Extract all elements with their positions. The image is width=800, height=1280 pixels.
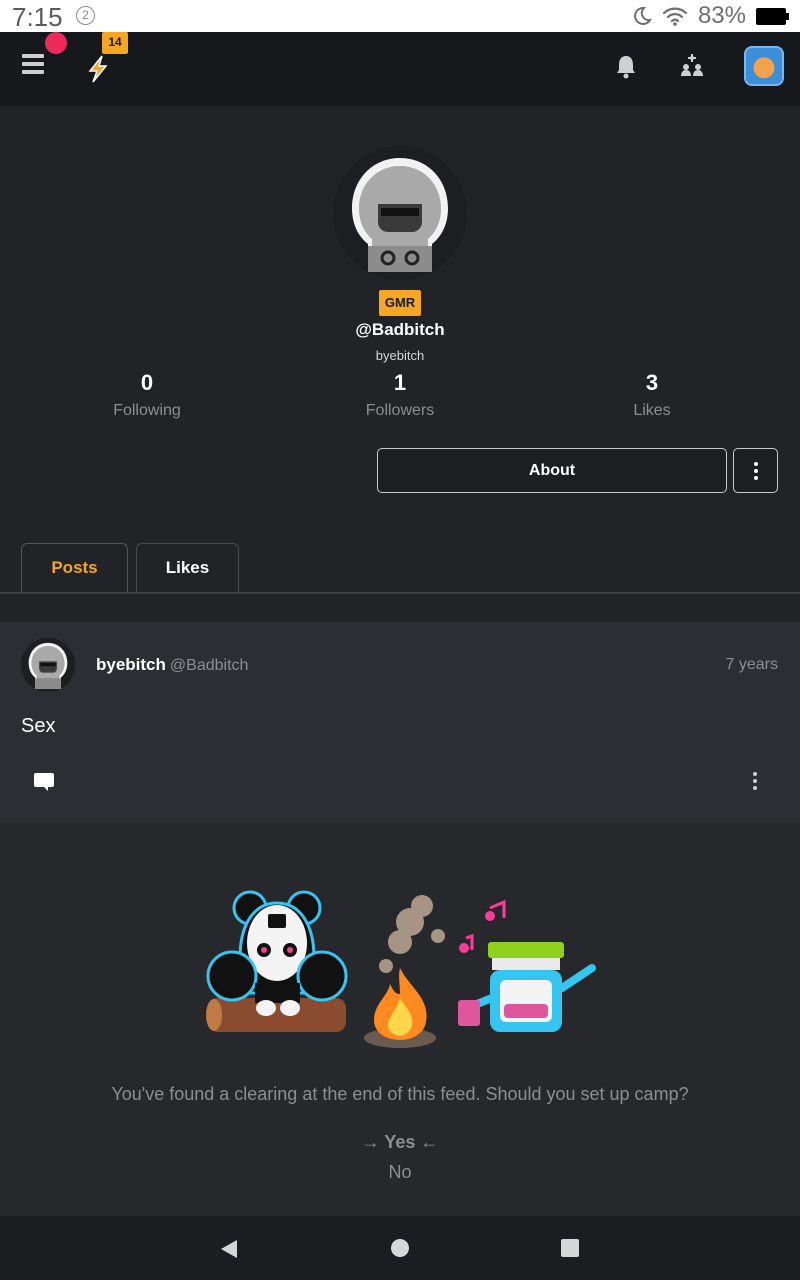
post-author-avatar[interactable]	[21, 638, 75, 692]
stat-label: Likes	[633, 402, 671, 419]
post-author-name[interactable]: byebitch	[96, 655, 166, 674]
post-timestamp: 7 years	[725, 656, 778, 673]
feed-end-section: You've found a clearing at the end of th…	[0, 822, 800, 1216]
yes-link[interactable]: → Yes ←	[0, 1132, 800, 1153]
user-avatar[interactable]	[744, 46, 784, 86]
gmr-badge: GMR	[379, 290, 421, 316]
bolt-count-badge: 14	[102, 32, 128, 54]
profile-header: GMR @Badbitch byebitch 0 Following 1 Fol…	[0, 106, 800, 622]
tab-likes[interactable]: Likes	[136, 543, 239, 593]
arrow-right-icon: →	[361, 1132, 380, 1152]
tab-divider	[0, 592, 800, 594]
more-vertical-icon	[753, 461, 758, 480]
post-body: Sex	[21, 715, 56, 737]
battery-percent: 83%	[697, 2, 746, 29]
profile-username: byebitch	[375, 348, 425, 363]
home-icon[interactable]	[391, 1239, 409, 1257]
profile-avatar	[333, 146, 467, 280]
system-nav-bar	[0, 1216, 800, 1280]
recents-icon[interactable]	[561, 1239, 579, 1257]
feed-end-message: You've found a clearing at the end of th…	[111, 1084, 689, 1104]
stat-following[interactable]: 0 Following	[47, 368, 247, 424]
tab-posts[interactable]: Posts	[21, 543, 128, 593]
hooded-figure-icon	[352, 158, 448, 272]
menu-icon[interactable]	[22, 54, 44, 74]
hooded-figure-icon	[28, 642, 68, 689]
stat-value: 3	[645, 370, 659, 395]
stat-value: 1	[393, 370, 407, 395]
comment-icon[interactable]	[33, 772, 55, 792]
wifi-icon	[662, 7, 688, 26]
arrow-left-icon: ←	[420, 1132, 439, 1152]
stat-likes[interactable]: 3 Likes	[552, 368, 752, 424]
battery-icon	[756, 7, 789, 25]
post-author-handle[interactable]: @Badbitch	[170, 657, 249, 674]
moon-icon	[634, 6, 652, 25]
profile-more-button[interactable]	[733, 448, 778, 493]
no-link[interactable]: No	[0, 1162, 800, 1183]
stat-label: Following	[113, 402, 181, 419]
status-icons: 83%	[630, 2, 789, 29]
notification-count-badge: 2	[76, 6, 95, 25]
post-author[interactable]: byebitch @Badbitch	[96, 655, 248, 675]
bell-icon[interactable]	[612, 52, 640, 82]
post-more-icon[interactable]	[750, 772, 760, 794]
notification-dot	[45, 32, 67, 54]
stat-value: 0	[140, 370, 154, 395]
status-bar: 7:15 2 83%	[0, 0, 800, 32]
people-icon[interactable]	[678, 52, 706, 82]
post-card[interactable]: byebitch @Badbitch 7 years Sex	[0, 622, 800, 822]
stat-followers[interactable]: 1 Followers	[300, 368, 500, 424]
back-icon[interactable]	[219, 1238, 239, 1260]
yes-label[interactable]: Yes	[384, 1132, 415, 1152]
status-time: 7:15	[12, 2, 63, 32]
stat-label: Followers	[365, 402, 435, 419]
campfire-illustration	[206, 890, 596, 1048]
profile-handle: @Badbitch	[355, 320, 445, 339]
app-bar: 14	[0, 32, 800, 106]
about-button[interactable]: About	[377, 448, 727, 493]
bolt-icon[interactable]	[84, 54, 112, 84]
